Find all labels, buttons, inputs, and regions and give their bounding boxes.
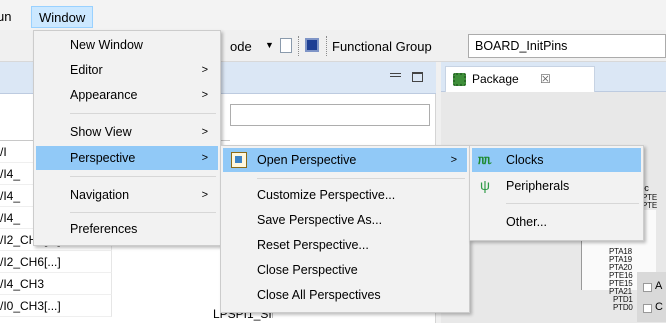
menu-item-label: Other... <box>506 215 547 229</box>
open-perspective-icon <box>231 152 247 168</box>
submenu-arrow-icon: > <box>201 189 208 201</box>
board-selector[interactable]: BOARD_InitPins <box>468 34 666 58</box>
submenu-arrow-icon: > <box>201 89 208 101</box>
menu-item-label: Customize Perspective... <box>257 188 396 202</box>
menu-item-label: Close All Perspectives <box>257 288 381 302</box>
document-icon[interactable] <box>280 38 292 53</box>
menu-item-close-perspective[interactable]: Close Perspective <box>223 258 467 282</box>
menu-item-open-perspective[interactable]: Open Perspective > <box>223 148 467 172</box>
checkbox[interactable] <box>643 283 652 292</box>
submenu-arrow-icon: > <box>201 152 208 164</box>
menu-item-clocks[interactable]: ᥰᥰ Clocks <box>472 148 641 172</box>
filter-input[interactable] <box>230 104 430 126</box>
menu-bar: un Window <box>0 0 666 30</box>
menu-separator <box>70 176 216 177</box>
menu-item-close-all-perspectives[interactable]: Close All Perspectives <box>223 283 467 307</box>
menu-item-label: Appearance <box>70 88 138 102</box>
view-header: Package ☒ <box>441 62 666 92</box>
toolbar-separator <box>298 36 299 56</box>
checkbox-label: A <box>655 280 663 292</box>
options-panel: A C <box>637 272 666 322</box>
menu-separator <box>70 113 216 114</box>
menu-item-label: Navigation <box>70 188 130 202</box>
submenu-arrow-icon: > <box>201 126 208 138</box>
table-row[interactable]: /I4_CH3 <box>0 273 112 295</box>
checkbox-label: C <box>655 301 663 313</box>
minimize-icon[interactable] <box>390 73 401 77</box>
menu-item-label: Show View <box>70 125 132 139</box>
chip-icon <box>305 38 319 52</box>
checkbox[interactable] <box>643 304 652 313</box>
menu-item-label: Editor <box>70 63 103 77</box>
menu-window[interactable]: Window <box>31 6 94 28</box>
menu-separator <box>506 203 639 204</box>
menu-item-label: New Window <box>70 38 143 52</box>
menu-item-perspective[interactable]: Perspective > <box>36 146 218 170</box>
window-menu: New Window Editor > Appearance > Show Vi… <box>33 30 221 246</box>
menu-item-new-window[interactable]: New Window <box>36 33 218 57</box>
menu-item-editor[interactable]: Editor > <box>36 58 218 82</box>
mode-label[interactable]: ode <box>230 39 252 54</box>
submenu-arrow-icon: > <box>201 64 208 76</box>
perspective-submenu: Open Perspective > Customize Perspective… <box>220 145 470 313</box>
tab-label: Package <box>472 72 519 86</box>
pin-label: PTE <box>642 201 657 210</box>
mode-dropdown-icon[interactable]: ▼ <box>265 40 274 50</box>
menu-item-peripherals[interactable]: ψ Peripherals <box>472 174 641 198</box>
menu-item-label: Clocks <box>506 153 544 167</box>
close-icon[interactable]: ☒ <box>540 72 551 86</box>
clocks-icon: ᥰᥰ <box>478 152 492 167</box>
pin-label[interactable]: PTD0 <box>613 304 633 312</box>
menu-item-label: Close Perspective <box>257 263 358 277</box>
menu-item-label: Save Perspective As... <box>257 213 383 227</box>
menu-separator <box>257 178 465 179</box>
functional-group-label: Functional Group <box>332 39 432 54</box>
menu-item-navigation[interactable]: Navigation > <box>36 183 218 207</box>
menu-item-label: Preferences <box>70 222 138 236</box>
menu-item-label: Reset Perspective... <box>257 238 369 252</box>
package-icon <box>453 73 466 86</box>
menu-item-appearance[interactable]: Appearance > <box>36 83 218 107</box>
peripherals-icon: ψ <box>480 177 490 193</box>
table-row[interactable]: /I2_CH6[...] <box>0 251 112 273</box>
menu-item-label: Open Perspective <box>257 153 357 167</box>
toolbar-separator <box>326 36 327 56</box>
submenu-arrow-icon: > <box>450 154 457 166</box>
menu-item-save-perspective-as[interactable]: Save Perspective As... <box>223 208 467 232</box>
menu-item-label: Perspective <box>70 151 136 165</box>
menu-item-customize-perspective[interactable]: Customize Perspective... <box>223 183 467 207</box>
menu-item-reset-perspective[interactable]: Reset Perspective... <box>223 233 467 257</box>
table-row[interactable]: /I0_CH3[...] <box>0 295 112 317</box>
menu-run[interactable]: un <box>0 6 18 28</box>
tab-package[interactable]: Package ☒ <box>445 66 595 92</box>
menu-item-show-view[interactable]: Show View > <box>36 120 218 144</box>
maximize-icon[interactable] <box>412 72 423 82</box>
menu-item-preferences[interactable]: Preferences <box>36 217 218 241</box>
menu-item-label: Peripherals <box>506 179 570 193</box>
menu-item-other[interactable]: Other... <box>472 210 641 234</box>
menu-separator <box>70 212 216 213</box>
open-perspective-submenu: ᥰᥰ Clocks ψ Peripherals Other... <box>469 145 644 241</box>
